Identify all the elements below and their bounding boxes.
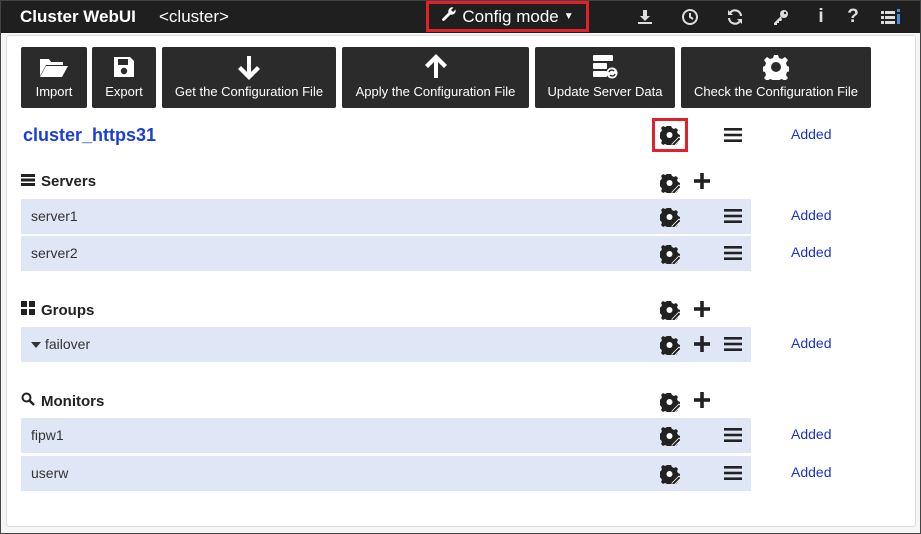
menu-icon[interactable] <box>722 462 744 484</box>
mode-label: Config mode <box>462 6 559 26</box>
group-name: failover <box>45 336 91 352</box>
info-icon[interactable]: i <box>809 5 833 29</box>
top-bar: Cluster WebUI <cluster> Config mode ▼ i … <box>1 1 920 33</box>
server-icon <box>21 173 35 190</box>
key-icon[interactable] <box>769 5 793 29</box>
refresh-icon[interactable] <box>723 5 747 29</box>
menu-icon[interactable] <box>722 424 744 446</box>
config-mode-dropdown[interactable]: Config mode ▼ <box>426 1 589 32</box>
server-properties-icon[interactable] <box>658 242 682 266</box>
server-properties-icon[interactable] <box>658 205 682 229</box>
list-item[interactable]: failover <box>21 327 751 362</box>
monitor-name: userw <box>31 465 69 481</box>
menu-icon[interactable] <box>722 242 744 264</box>
group-properties-icon[interactable] <box>658 333 682 357</box>
server-name: server2 <box>31 245 78 261</box>
cluster-status[interactable]: Added <box>791 126 831 142</box>
caret-down-icon[interactable] <box>31 336 41 352</box>
monitor-properties-icon[interactable] <box>658 424 682 448</box>
monitors-title: Monitors <box>41 392 105 410</box>
list-item[interactable]: fipw1 <box>21 418 751 453</box>
check-config-label: Check the Configuration File <box>693 84 859 99</box>
get-config-label: Get the Configuration File <box>174 84 324 99</box>
app-title: Cluster WebUI <box>20 7 136 26</box>
help-icon[interactable]: ? <box>841 5 865 29</box>
servers-properties-icon[interactable] <box>658 171 682 195</box>
monitors-properties-icon[interactable] <box>658 390 682 414</box>
server-status[interactable]: Added <box>791 244 831 260</box>
import-button[interactable]: Import <box>21 47 87 108</box>
monitor-properties-icon[interactable] <box>658 462 682 486</box>
menu-icon[interactable] <box>722 205 744 227</box>
arrow-up-icon <box>342 54 529 80</box>
folder-open-icon <box>21 54 87 80</box>
gear-check-icon <box>681 54 871 80</box>
list-icon[interactable] <box>879 5 903 29</box>
check-config-button[interactable]: Check the Configuration File <box>681 47 871 108</box>
get-config-button[interactable]: Get the Configuration File <box>162 47 336 108</box>
list-item[interactable]: userw <box>21 456 751 491</box>
cluster-properties-icon[interactable] <box>652 118 688 152</box>
add-resource-icon[interactable] <box>691 333 713 355</box>
apply-config-label: Apply the Configuration File <box>355 84 516 99</box>
clock-icon[interactable] <box>678 5 702 29</box>
cluster-tag: <cluster> <box>159 7 229 26</box>
update-server-button[interactable]: Update Server Data <box>535 47 675 108</box>
menu-icon[interactable] <box>722 124 744 146</box>
servers-title: Servers <box>41 173 97 190</box>
server-sync-icon <box>535 54 675 80</box>
list-item[interactable]: server1 <box>21 199 751 234</box>
group-status[interactable]: Added <box>791 335 831 351</box>
add-server-icon[interactable] <box>691 170 713 192</box>
groups-properties-icon[interactable] <box>658 298 682 322</box>
wrench-icon <box>441 6 457 27</box>
cluster-name[interactable]: cluster_https31 <box>23 125 156 146</box>
monitor-status[interactable]: Added <box>791 426 831 442</box>
save-icon <box>92 54 156 80</box>
grid-icon <box>21 301 35 319</box>
apply-config-button[interactable]: Apply the Configuration File <box>342 47 529 108</box>
add-group-icon[interactable] <box>691 298 713 320</box>
import-label: Import <box>35 84 73 99</box>
server-name: server1 <box>31 208 78 224</box>
monitor-status[interactable]: Added <box>791 464 831 480</box>
menu-icon[interactable] <box>722 333 744 355</box>
servers-section-header: Servers <box>21 173 96 190</box>
export-button[interactable]: Export <box>92 47 156 108</box>
monitor-name: fipw1 <box>31 427 64 443</box>
export-label: Export <box>105 84 143 99</box>
main-panel: Import Export Get the Configuration File… <box>6 35 916 527</box>
add-monitor-icon[interactable] <box>691 389 713 411</box>
server-status[interactable]: Added <box>791 207 831 223</box>
monitors-section-header: Monitors <box>21 392 104 410</box>
groups-section-header: Groups <box>21 301 94 319</box>
search-icon <box>21 392 35 410</box>
groups-title: Groups <box>41 301 95 319</box>
list-item[interactable]: server2 <box>21 236 751 271</box>
update-server-label: Update Server Data <box>547 84 663 99</box>
download-icon[interactable] <box>633 5 657 29</box>
arrow-down-icon <box>162 54 336 80</box>
caret-down-icon: ▼ <box>563 11 574 22</box>
